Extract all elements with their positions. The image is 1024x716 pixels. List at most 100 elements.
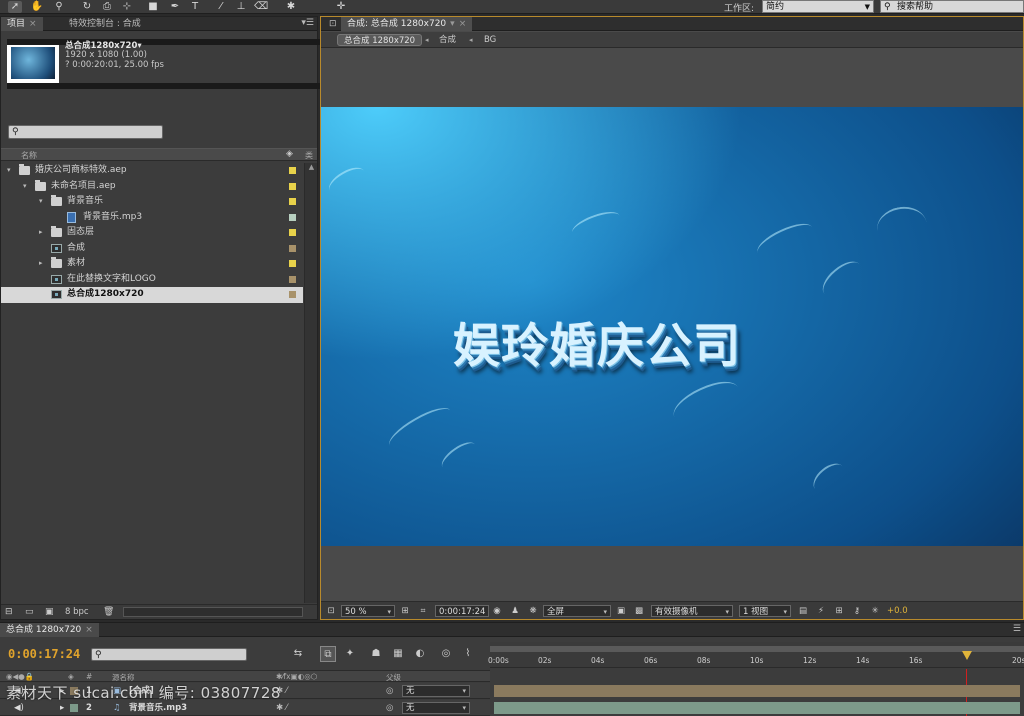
- label-color-swatch[interactable]: [70, 704, 78, 712]
- safe-zones-icon[interactable]: ⊞: [399, 605, 411, 617]
- label-color-swatch[interactable]: [289, 260, 296, 267]
- snapshot-icon[interactable]: ◉: [491, 605, 503, 617]
- mask-visibility-icon[interactable]: ⌗: [417, 605, 429, 617]
- twirl-right-icon[interactable]: ▸: [39, 225, 43, 241]
- exposure-icon[interactable]: ✳: [869, 605, 881, 617]
- trash-icon[interactable]: 🗑: [103, 607, 114, 617]
- current-time-display[interactable]: 0:00:17:24: [435, 605, 490, 617]
- channel-color-icon[interactable]: ❋: [527, 605, 539, 617]
- breadcrumb-item[interactable]: 总合成 1280x720: [337, 34, 423, 46]
- close-icon[interactable]: ×: [459, 19, 467, 29]
- bit-depth-button[interactable]: 8 bpc: [65, 607, 89, 617]
- project-scrollbar[interactable]: ▲: [304, 163, 317, 603]
- resolution-select[interactable]: 全屏: [543, 605, 611, 618]
- puppet-tool-icon[interactable]: ✱: [284, 1, 298, 13]
- parent-select[interactable]: 无: [402, 685, 470, 697]
- project-item[interactable]: 背景音乐.mp3: [1, 210, 303, 226]
- pen-tool-icon[interactable]: ✒: [168, 1, 182, 13]
- show-snapshot-icon[interactable]: ♟: [509, 605, 521, 617]
- pick-whip-icon[interactable]: ◎: [386, 683, 393, 699]
- label-color-swatch[interactable]: [289, 244, 296, 252]
- timeline-icon[interactable]: ⊞: [833, 605, 845, 617]
- rotate-tool-icon[interactable]: ↻: [80, 1, 94, 13]
- brainstorm-icon[interactable]: ◎: [438, 646, 454, 662]
- clone-stamp-tool-icon[interactable]: ⊥: [234, 1, 248, 13]
- twirl-right-icon[interactable]: ▸: [39, 256, 43, 272]
- close-icon[interactable]: ×: [85, 625, 93, 635]
- project-item[interactable]: ▸ 固态层: [1, 225, 303, 241]
- label-color-swatch[interactable]: [289, 198, 296, 205]
- scroll-up-icon[interactable]: ▲: [305, 163, 318, 173]
- motion-blur-icon[interactable]: ◐: [412, 646, 428, 662]
- label-color-swatch[interactable]: [289, 182, 296, 190]
- draft-3d-icon[interactable]: ✦: [342, 646, 358, 662]
- tab-effect-controls[interactable]: 特效控制台 : 合成: [63, 17, 147, 31]
- new-composition-icon[interactable]: ▣: [45, 607, 54, 617]
- panel-menu-icon[interactable]: ▾☰: [301, 18, 314, 28]
- label-color-swatch[interactable]: [289, 291, 296, 298]
- project-item[interactable]: ▾ 婚庆公司商标特效.aep: [1, 163, 303, 179]
- playhead-handle[interactable]: [962, 651, 972, 660]
- workspace-select[interactable]: 简约 ▼: [762, 0, 874, 13]
- chevron-down-icon[interactable]: ▾: [450, 19, 455, 29]
- type-column-header[interactable]: 类: [305, 150, 313, 161]
- timeline-timecode[interactable]: 0:00:17:24: [8, 647, 80, 661]
- eraser-tool-icon[interactable]: ⌫: [254, 1, 268, 13]
- label-color-swatch[interactable]: [289, 275, 296, 283]
- label-color-swatch[interactable]: [289, 167, 296, 174]
- flowchart-icon[interactable]: ⚷: [851, 605, 863, 617]
- new-folder-icon[interactable]: ▭: [25, 607, 34, 617]
- timeline-search-input[interactable]: ⚲: [91, 648, 247, 661]
- hand-tool-icon[interactable]: ✋: [30, 1, 44, 13]
- project-search-input[interactable]: ⚲: [8, 125, 163, 139]
- name-column-header[interactable]: 名称: [21, 150, 37, 161]
- tab-project[interactable]: 项目 ×: [1, 17, 43, 31]
- project-horizontal-scrollbar[interactable]: [123, 607, 303, 617]
- composition-viewer[interactable]: 娱玲婚庆公司: [321, 107, 1023, 546]
- camera-tool-icon[interactable]: ⎙: [100, 1, 114, 13]
- toggle-pixel-aspect-icon[interactable]: ▤: [797, 605, 809, 617]
- project-item[interactable]: ▾ 未命名项目.aep: [1, 179, 303, 195]
- hide-shy-layers-icon[interactable]: ☗: [368, 646, 384, 662]
- label-column-icon[interactable]: ◈: [286, 149, 293, 159]
- project-item[interactable]: ▾ 背景音乐: [1, 194, 303, 210]
- label-color-swatch[interactable]: [289, 213, 296, 221]
- parent-header[interactable]: 父级: [386, 672, 401, 683]
- text-tool-icon[interactable]: T: [188, 1, 202, 13]
- zoom-select[interactable]: 50 %: [341, 605, 395, 618]
- breadcrumb-item[interactable]: 合成: [439, 34, 456, 46]
- view-layout-select[interactable]: 1 视图: [739, 605, 791, 618]
- zoom-tool-icon[interactable]: ⚲: [52, 1, 66, 13]
- selection-tool-icon[interactable]: ➚: [8, 1, 22, 13]
- time-ruler[interactable]: 0:00s 02s 04s 06s 08s 10s 12s 14s 16s 20s: [488, 642, 1024, 668]
- project-item[interactable]: ▸ 素材: [1, 256, 303, 272]
- axis-mode-icon[interactable]: ✛: [334, 1, 348, 13]
- always-preview-icon[interactable]: ⊡: [325, 605, 337, 617]
- graph-editor-icon[interactable]: ⌇: [460, 646, 476, 662]
- layer-duration-bar[interactable]: [494, 685, 1020, 697]
- help-search-input[interactable]: ⚲ 搜索帮助: [880, 0, 1024, 13]
- brush-tool-icon[interactable]: ⁄: [214, 1, 228, 13]
- exposure-value[interactable]: +0.0: [887, 605, 908, 617]
- tab-timeline[interactable]: 总合成 1280x720 ×: [0, 623, 99, 637]
- transparency-grid-icon[interactable]: ▩: [633, 605, 645, 617]
- comp-mini-flowchart-icon[interactable]: ⇆: [290, 646, 306, 662]
- panel-menu-icon[interactable]: ☰: [1013, 624, 1021, 634]
- label-color-swatch[interactable]: [289, 229, 296, 236]
- project-item[interactable]: 在此替换文字和LOGO: [1, 272, 303, 288]
- twirl-down-icon[interactable]: ▾: [39, 194, 43, 210]
- rectangle-tool-icon[interactable]: ■: [146, 1, 160, 13]
- tab-composition[interactable]: 合成: 总合成 1280x720 ▾ ×: [341, 17, 473, 31]
- project-item[interactable]: 总合成1280x720: [1, 287, 303, 303]
- layer-duration-bar[interactable]: [494, 702, 1020, 714]
- fast-previews-icon[interactable]: ⚡: [815, 605, 827, 617]
- pan-behind-tool-icon[interactable]: ⊹: [120, 1, 134, 13]
- close-icon[interactable]: ×: [29, 19, 37, 29]
- region-of-interest-icon[interactable]: ▣: [615, 605, 627, 617]
- live-update-icon[interactable]: ⧉: [320, 646, 336, 662]
- frame-blending-icon[interactable]: ▦: [390, 646, 406, 662]
- work-area-bar[interactable]: [490, 646, 1024, 652]
- camera-select[interactable]: 有效摄像机: [651, 605, 733, 618]
- twirl-down-icon[interactable]: ▾: [23, 179, 27, 195]
- twirl-down-icon[interactable]: ▾: [7, 163, 11, 179]
